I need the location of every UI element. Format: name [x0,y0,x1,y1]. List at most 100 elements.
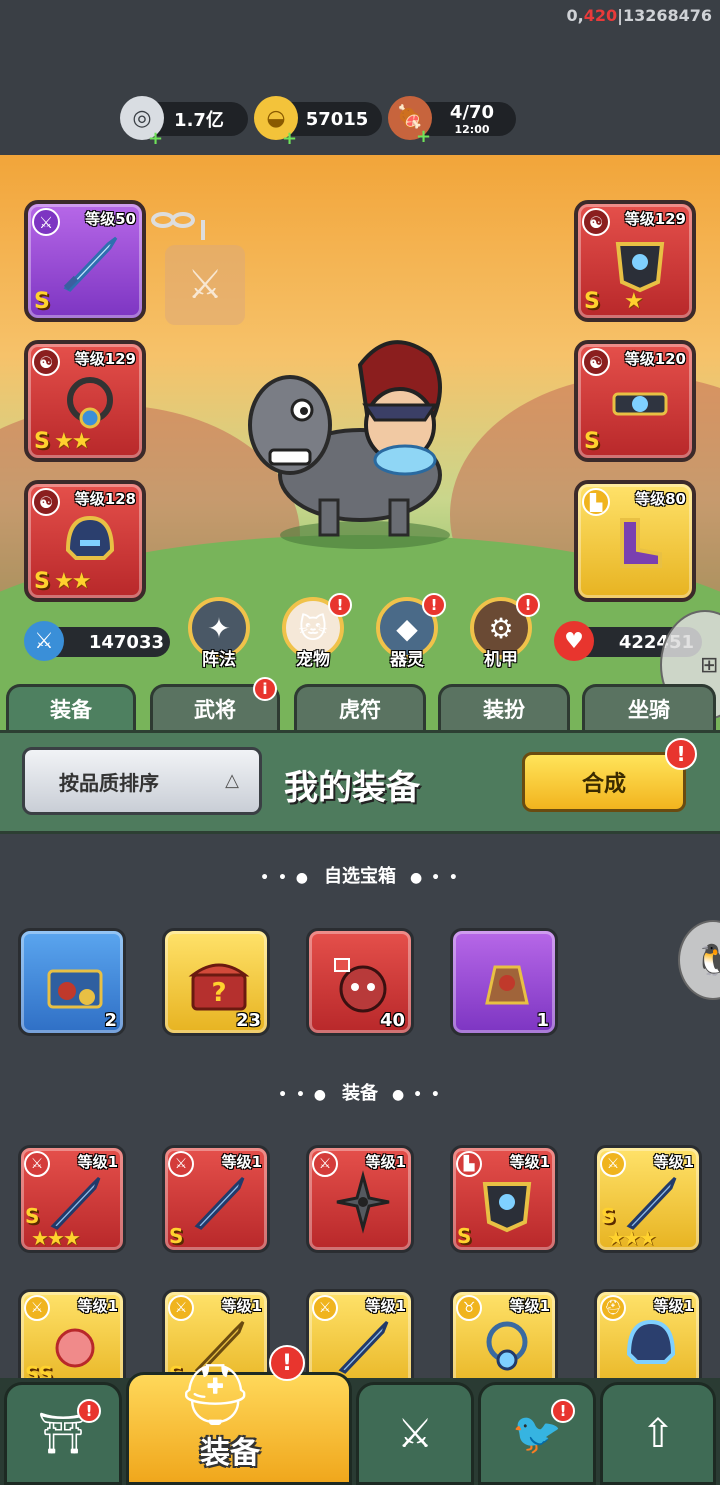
item-level: 等级1 [509,1153,550,1171]
gold-value: 57015 [305,108,369,130]
item-level: 等级1 [365,1297,406,1315]
slot-level: 等级80 [635,490,686,508]
tab-generals[interactable]: 武将 i [150,677,280,730]
chests-section-title: • • ● 自选宝箱 ● • • [0,862,720,888]
tab-equipment[interactable]: 装备 [6,684,136,730]
item-count: 2 [104,1010,117,1031]
nav-battle[interactable]: ⚔ [356,1382,474,1485]
slot-level: 等级50 [85,210,136,228]
equip-slot-boots[interactable]: ▙ 等级80 [574,480,696,602]
ice-sword-icon [63,236,118,292]
chest-item[interactable]: ? 23 [162,928,270,1036]
notification-badge: ! [77,1399,101,1423]
info-badge: i [253,677,277,701]
tab-label: 装扮 [483,697,525,722]
synthesize-label: 合成 [581,772,626,797]
stamina-resource[interactable]: 🍖 + 4/70 12:00 [388,96,516,146]
feature-spirit[interactable]: ◆ 器灵 ! [372,593,446,677]
equip-slot-belt[interactable]: ☯ 等级120 S [574,340,696,462]
item-level: 等级1 [365,1153,406,1171]
nav-active-label: 装备 [200,1436,260,1471]
item-count: 40 [379,1010,405,1031]
section-label: 自选宝箱 [324,866,396,887]
item-level: 等级1 [221,1153,262,1171]
item-level: 等级1 [653,1153,694,1171]
attack-value: 147033 [88,631,164,653]
feature-mech[interactable]: ⚙ 机甲 ! [466,593,540,677]
nav-upgrade[interactable]: ⇧ [600,1382,716,1485]
add-silver-icon[interactable]: + [148,128,163,149]
tab-mount[interactable]: 坐骑 [582,684,716,730]
chest-item[interactable]: 2 [18,928,126,1036]
equipment-item[interactable]: ⚔ 等级1 S [162,1145,270,1253]
tab-label: 坐骑 [628,697,670,722]
heart-icon: ♥ [554,621,594,661]
slot-stars: ★ [624,289,644,314]
qq-icon[interactable]: 🐧 [678,920,720,1000]
equipment-item[interactable]: ⚔ 等级1 S ★★★ [594,1145,702,1253]
equipment-item[interactable]: ⚔ 等级1 S ★★★ [18,1145,126,1253]
locked-weapon-slot[interactable]: ⚔ [165,245,245,325]
slot-grade: S [34,429,50,454]
chest-icon [47,969,103,1009]
item-level: 等级1 [653,1297,694,1315]
chain-icon [151,212,205,240]
equip-slot-armor-1[interactable]: ☯ 等级129 S ★ [574,200,696,322]
nav-city[interactable]: ⛩ ! [4,1382,122,1485]
equip-slot-necklace[interactable]: ☯ 等级129 S ★★ [24,340,146,462]
add-stamina-icon[interactable]: + [416,128,431,146]
chest-item[interactable]: 1 [450,928,558,1036]
notification-badge: ! [269,1345,305,1381]
slot-level: 等级129 [74,350,136,368]
item-count: 23 [235,1010,261,1031]
silver-resource[interactable]: ◎ + 1.7亿 [120,96,248,149]
yin-yang-type-icon: ☯ [582,348,610,376]
stamina-value: 4/70 [449,101,495,123]
tab-label: 装备 [50,697,92,722]
sword-icon [626,1176,677,1230]
debug-prefix: 0, [566,6,584,25]
feature-label: 机甲 [484,650,518,670]
gold-resource[interactable]: ◒ + 57015 [254,96,382,149]
upgrade-arrow-icon: ⇧ [641,1410,675,1457]
item-grade: S [601,1204,616,1228]
equipment-section-title: • • ● 装备 ● • • [0,1079,720,1105]
equip-slot-weapon[interactable]: ⚔ 等级50 S [24,200,146,322]
slot-grade: S [584,429,600,454]
slot-grade: S [584,289,600,314]
equipment-item[interactable]: ⚔ 等级1 [306,1145,414,1253]
item-level: 等级1 [509,1297,550,1315]
equipment-item[interactable]: ▙ 等级1 S [450,1145,558,1253]
attack-stat: ⚔ 147033 [24,621,170,661]
nav-gacha[interactable]: 🐦 ! [478,1382,596,1485]
pet-fragment-icon [334,958,387,1013]
hero-on-horse[interactable] [240,325,490,555]
boot-type-icon: ▙ [582,488,610,516]
tab-label: 武将 [194,697,236,722]
debug-readout: 0,420|13268476 [566,6,712,25]
sort-label: 按品质排序 [59,770,159,795]
boots-icon [620,518,662,568]
dots-decoration: ● • • [392,1087,442,1103]
debug-suffix: |13268476 [617,6,712,25]
sword-icon: ⚔ [24,621,64,661]
item-level: 等级1 [77,1297,118,1315]
sword-type-icon: ⚔ [32,208,60,236]
slot-grade: S [34,569,50,594]
tab-outfit[interactable]: 装扮 [438,684,570,730]
notification-badge: ! [665,738,697,770]
notification-badge: ! [328,593,352,617]
feature-formation[interactable]: ✦ 阵法 [184,597,254,677]
chest-item[interactable]: 40 [306,928,414,1036]
necklace-icon [486,1321,528,1371]
slot-level: 等级129 [624,210,686,228]
tab-tiger-tally[interactable]: 虎符 [294,684,426,730]
crossed-swords-icon: ⚔ [397,1410,433,1457]
synthesize-button[interactable]: 合成 [522,752,686,812]
sort-by-quality-button[interactable]: 按品质排序 △ [22,747,262,815]
feature-pet[interactable]: 🐱 宠物 ! [278,593,352,677]
item-level: 等级1 [77,1153,118,1171]
add-gold-icon[interactable]: + [282,128,297,149]
triangle-up-icon: △ [225,770,239,791]
equip-slot-helmet[interactable]: ☯ 等级128 S ★★ [24,480,146,602]
